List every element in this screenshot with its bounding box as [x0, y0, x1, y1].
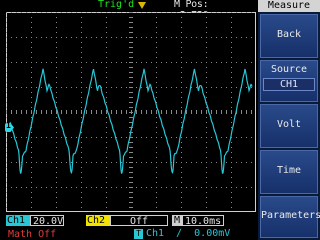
math-status: Math Off — [8, 229, 57, 240]
trigger-badge: T — [134, 229, 143, 239]
trigger-status: Trig'd — [98, 0, 135, 10]
side-menu: Measure Back Source CH1 Volt Time Parame… — [258, 0, 320, 240]
waveform-display: 1 — [5, 12, 257, 213]
parameters-button[interactable]: Parameters — [260, 196, 320, 238]
trigger-info: Ch1 ∕ 0.00mV — [146, 228, 231, 239]
ch1-badge[interactable]: Ch1 — [6, 215, 30, 226]
trigger-position-marker — [138, 2, 146, 9]
top-status-bar: Trig'd M Pos: -2.720ms — [0, 0, 258, 21]
timebase-value: 10.0ms — [182, 215, 224, 227]
time-button[interactable]: Time — [260, 150, 318, 194]
source-value: CH1 — [263, 78, 315, 91]
ch2-badge[interactable]: Ch2 — [86, 215, 110, 226]
source-button[interactable]: Source CH1 — [260, 60, 318, 102]
ch1-scale: 20.0V — [30, 215, 64, 227]
volt-button[interactable]: Volt — [260, 104, 318, 148]
back-button[interactable]: Back — [260, 14, 318, 58]
bottom-status-bar: Ch1 20.0V Ch2 Off M 10.0ms Math Off T Ch… — [0, 212, 258, 240]
graticule — [6, 12, 257, 213]
ch2-state: Off — [110, 215, 168, 227]
menu-title: Measure — [258, 0, 320, 12]
timebase-badge: M — [172, 215, 182, 226]
